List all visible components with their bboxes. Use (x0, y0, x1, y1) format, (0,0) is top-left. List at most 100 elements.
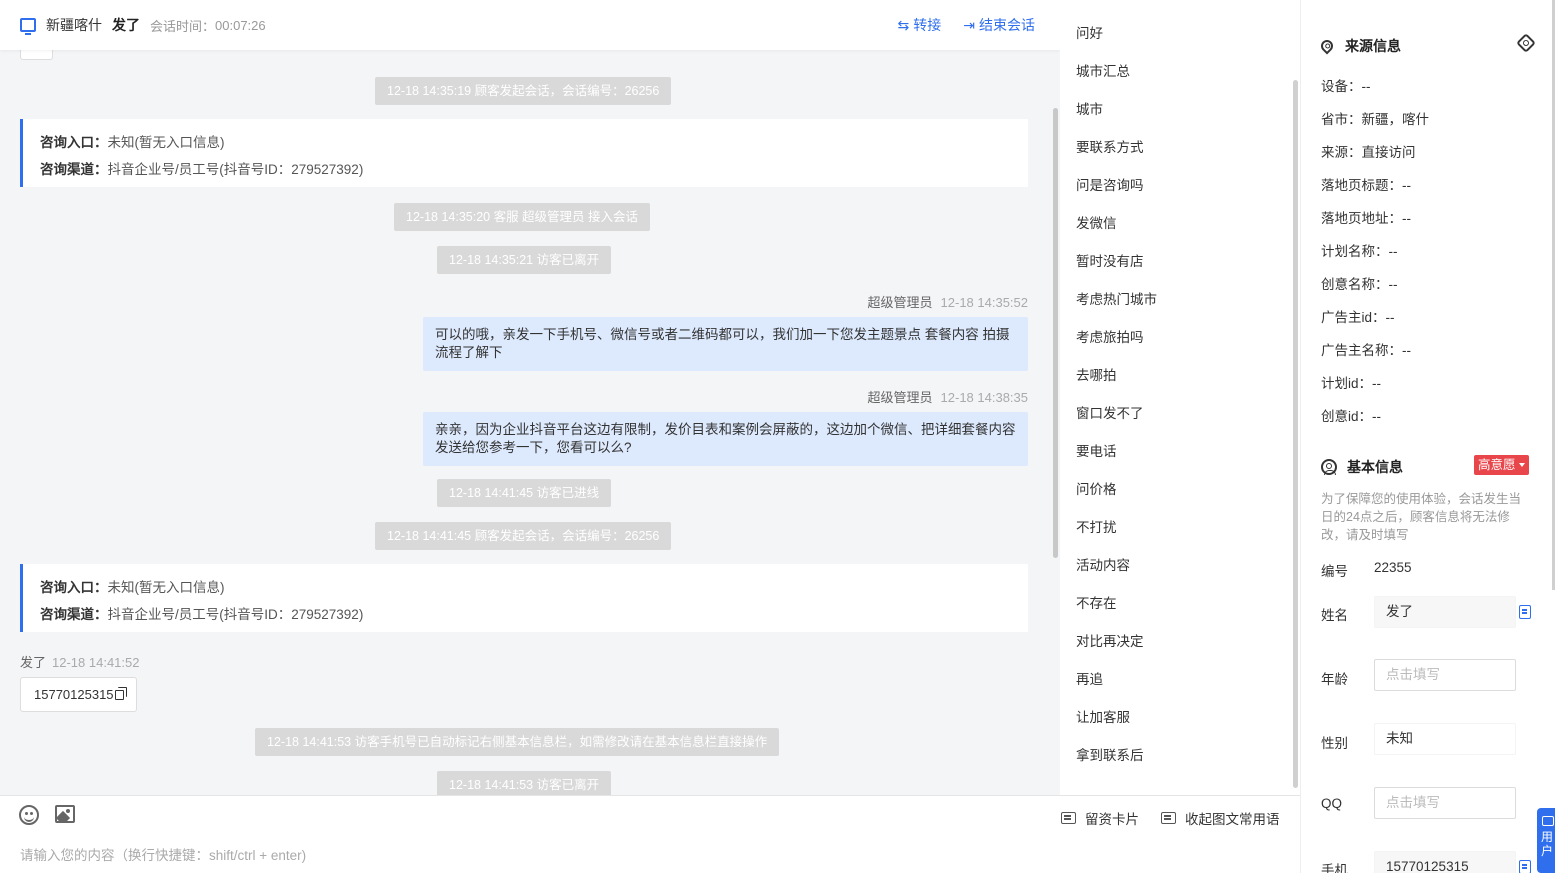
gender-select[interactable]: 未知 (1374, 723, 1516, 755)
agent-message-bubble: 亲亲，因为企业抖音平台这边有限制，发价目表和案例会屏蔽的，这边加个微信、把详细套… (423, 412, 1028, 466)
system-message: 12-18 14:35:21 访客已离开 (437, 246, 612, 274)
source-row-landing-url: 落地页地址：-- (1321, 211, 1411, 226)
qq-field[interactable]: 点击填写 (1374, 787, 1516, 819)
source-info-title: 来源信息 (1318, 36, 1401, 56)
phrase-item[interactable]: 问是咨询吗 (1076, 174, 1144, 194)
phrase-item[interactable]: 考虑热门城市 (1076, 288, 1157, 308)
consult-entry: 咨询入口：未知(暂无入口信息) (40, 580, 225, 595)
phrase-item[interactable]: 不打扰 (1076, 516, 1117, 536)
card-icon (1061, 812, 1076, 824)
system-message: 12-18 14:35:19 顾客发起会话，会话编号：26256 (375, 77, 672, 105)
phrase-item[interactable]: 城市汇总 (1076, 60, 1130, 80)
id-value: 22355 (1374, 560, 1412, 575)
transfer-label: 转接 (913, 17, 942, 33)
gender-label: 性别 (1321, 736, 1348, 751)
consult-channel: 咨询渠道：抖音企业号/员工号(抖音号ID：279527392) (40, 162, 364, 177)
source-row-device: 设备：-- (1321, 79, 1371, 94)
user-float-tab[interactable]: 用户 (1537, 808, 1555, 873)
copy-name-icon[interactable] (1519, 605, 1531, 619)
customer-message-meta: 发了 12-18 14:41:52 (20, 655, 140, 670)
message-list[interactable]: 12-18 14:35:19 顾客发起会话，会话编号：26256 咨询入口：未知… (0, 44, 1060, 795)
header-actions: ⇆ 转接 ⇥ 结束会话 (876, 0, 1035, 50)
name-field[interactable]: 发了 (1374, 596, 1516, 628)
phone-label: 手机 (1321, 863, 1348, 873)
agent-message-bubble: 可以的哦，亲发一下手机号、微信号或者二维码都可以，我们加一下您发主题景点 套餐内… (423, 317, 1028, 371)
phrase-item[interactable]: 要电话 (1076, 440, 1117, 460)
phrase-item[interactable]: 暂时没有店 (1076, 250, 1144, 270)
customer-message-bubble[interactable]: 15770125315 (20, 677, 137, 712)
lead-card-button[interactable]: 留资卡片 (1061, 808, 1139, 828)
emoji-icon[interactable] (19, 805, 39, 825)
view-icon[interactable] (1516, 33, 1536, 53)
copy-icon[interactable] (114, 687, 127, 700)
phrase-item[interactable]: 拿到联系后 (1076, 744, 1144, 764)
system-message: 12-18 14:41:45 访客已进线 (437, 479, 612, 507)
source-row-source: 来源：直接访问 (1321, 145, 1416, 160)
monitor-icon (20, 18, 36, 35)
source-row-plan-id: 计划id：-- (1321, 376, 1381, 391)
quick-phrases-panel: 问好 城市汇总 城市 要联系方式 问是咨询吗 发微信 暂时没有店 考虑热门城市 … (1060, 0, 1300, 795)
end-session-label: 结束会话 (979, 17, 1035, 33)
chat-scrollbar[interactable] (1053, 108, 1058, 558)
phrase-item[interactable]: 要联系方式 (1076, 136, 1144, 156)
card-icon (1161, 812, 1176, 824)
session-time: 00:07:26 (215, 17, 266, 33)
phrase-item[interactable]: 去哪拍 (1076, 364, 1117, 384)
chat-panel: 新疆喀什 发了 会话时间： 00:07:26 ⇆ 转接 ⇥ 结束会话 12-18… (0, 0, 1060, 795)
phrase-item[interactable]: 窗口发不了 (1076, 402, 1144, 422)
phrase-item[interactable]: 问价格 (1076, 478, 1117, 498)
consult-entry: 咨询入口：未知(暂无入口信息) (40, 135, 225, 150)
exit-icon: ⇥ (963, 16, 975, 33)
source-row-plan-name: 计划名称：-- (1321, 244, 1398, 259)
phrase-item[interactable]: 对比再决定 (1076, 630, 1144, 650)
customer-info-panel: 来源信息 设备：-- 省市：新疆，喀什 来源：直接访问 落地页标题：-- 落地页… (1300, 0, 1555, 873)
message-input[interactable]: 请输入您的内容（换行快捷键：shift/ctrl + enter) (20, 844, 306, 864)
collapse-phrases-button[interactable]: 收起图文常用语 (1161, 808, 1280, 828)
agent-message-meta: 超级管理员 12-18 14:38:35 (867, 390, 1028, 405)
session-time-label: 会话时间： (150, 18, 216, 34)
consult-info-card: 咨询入口：未知(暂无入口信息) 咨询渠道：抖音企业号/员工号(抖音号ID：279… (20, 119, 1028, 187)
copy-phone-icon[interactable] (1519, 860, 1531, 873)
name-label: 姓名 (1321, 608, 1348, 623)
app-root: 新疆喀什 发了 会话时间： 00:07:26 ⇆ 转接 ⇥ 结束会话 12-18… (0, 0, 1555, 873)
phrase-item[interactable]: 让加客服 (1076, 706, 1130, 726)
source-row-landing-title: 落地页标题：-- (1321, 178, 1411, 193)
intent-level-dropdown[interactable]: 高意愿 (1474, 455, 1529, 475)
location-icon (1318, 37, 1336, 55)
age-label: 年龄 (1321, 672, 1348, 687)
source-row-creative-name: 创意名称：-- (1321, 277, 1398, 292)
agent-message-meta: 超级管理员 12-18 14:35:52 (867, 295, 1028, 310)
customer-message-text: 15770125315 (34, 687, 114, 702)
customer-name: 发了 (112, 17, 140, 33)
transfer-button[interactable]: ⇆ 转接 (898, 15, 942, 35)
phrase-item[interactable]: 再追 (1076, 668, 1103, 688)
phrase-item[interactable]: 发微信 (1076, 212, 1117, 232)
collapse-phrases-label: 收起图文常用语 (1185, 812, 1280, 827)
end-session-button[interactable]: ⇥ 结束会话 (963, 15, 1035, 35)
source-row-advertiser-id: 广告主id：-- (1321, 310, 1395, 325)
qq-label: QQ (1321, 796, 1343, 811)
phrase-item[interactable]: 不存在 (1076, 592, 1117, 612)
source-row-region: 省市：新疆，喀什 (1321, 112, 1429, 127)
customer-location: 新疆喀什 (46, 17, 102, 33)
phrase-item[interactable]: 问好 (1076, 22, 1103, 42)
source-row-advertiser-name: 广告主名称：-- (1321, 343, 1411, 358)
phrase-item[interactable]: 城市 (1076, 98, 1103, 118)
system-message: 12-18 14:41:53 访客手机号已自动标记右侧基本信息栏，如需修改请在基… (255, 728, 780, 756)
phrases-scrollbar[interactable] (1293, 80, 1298, 788)
caret-down-icon (1518, 463, 1525, 467)
system-message: 12-18 14:41:45 顾客发起会话，会话编号：26256 (375, 522, 672, 550)
phrase-item[interactable]: 考虑旅拍吗 (1076, 326, 1144, 346)
consult-info-card: 咨询入口：未知(暂无入口信息) 咨询渠道：抖音企业号/员工号(抖音号ID：279… (20, 564, 1028, 632)
phone-field[interactable]: 15770125315 (1374, 851, 1516, 873)
system-message: 12-18 14:35:20 客服 超级管理员 接入会话 (394, 203, 651, 231)
source-row-creative-id: 创意id：-- (1321, 409, 1381, 424)
message-input-area: 请输入您的内容（换行快捷键：shift/ctrl + enter) 留资卡片 收… (0, 795, 1300, 873)
consult-channel: 咨询渠道：抖音企业号/员工号(抖音号ID：279527392) (40, 607, 364, 622)
phrase-item[interactable]: 活动内容 (1076, 554, 1130, 574)
age-field[interactable]: 点击填写 (1374, 659, 1516, 691)
user-icon (1321, 459, 1337, 475)
image-icon[interactable] (55, 805, 75, 823)
lead-card-label: 留资卡片 (1085, 812, 1139, 827)
basic-info-title: 基本信息 (1321, 457, 1403, 477)
